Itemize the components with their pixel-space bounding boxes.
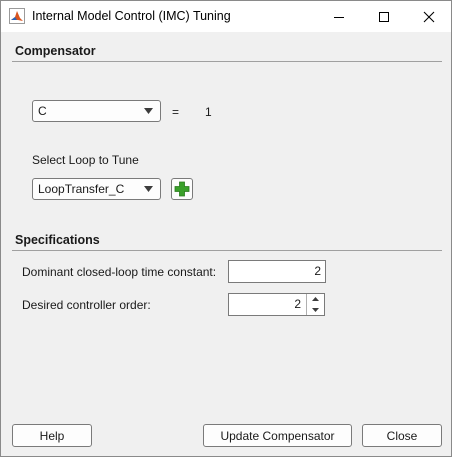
decrement-button[interactable] bbox=[307, 305, 324, 315]
controller-order-value: 2 bbox=[294, 297, 301, 311]
loop-dropdown-value: LoopTransfer_C bbox=[38, 182, 125, 196]
maximize-button[interactable] bbox=[361, 1, 406, 32]
specifications-header: Specifications bbox=[15, 233, 100, 247]
update-compensator-button[interactable]: Update Compensator bbox=[203, 424, 352, 447]
compensator-value: 1 bbox=[205, 105, 212, 119]
controller-order-label: Desired controller order: bbox=[22, 298, 151, 312]
imc-tuning-dialog: Internal Model Control (IMC) Tuning Comp… bbox=[0, 0, 452, 457]
matlab-icon bbox=[9, 8, 25, 24]
loop-dropdown[interactable]: LoopTransfer_C bbox=[32, 178, 161, 200]
plus-icon bbox=[174, 181, 190, 197]
increment-button[interactable] bbox=[307, 294, 324, 304]
compensator-header: Compensator bbox=[15, 44, 96, 58]
minimize-button[interactable] bbox=[316, 1, 361, 32]
help-button[interactable]: Help bbox=[12, 424, 92, 447]
chevron-down-icon bbox=[312, 308, 319, 312]
close-window-button[interactable] bbox=[406, 1, 451, 32]
add-loop-button[interactable] bbox=[171, 178, 193, 200]
close-button[interactable]: Close bbox=[362, 424, 442, 447]
compensator-dropdown[interactable]: C bbox=[32, 100, 161, 122]
equals-sign: = bbox=[172, 105, 180, 119]
select-loop-label: Select Loop to Tune bbox=[32, 153, 139, 167]
window-title: Internal Model Control (IMC) Tuning bbox=[32, 9, 231, 23]
time-constant-field[interactable]: 2 bbox=[228, 260, 326, 283]
specifications-divider bbox=[12, 250, 442, 251]
minimize-icon bbox=[333, 16, 344, 18]
time-constant-label: Dominant closed-loop time constant: bbox=[22, 265, 217, 279]
chevron-up-icon bbox=[312, 297, 319, 301]
title-bar: Internal Model Control (IMC) Tuning bbox=[1, 1, 451, 32]
compensator-divider bbox=[12, 61, 442, 62]
controller-order-stepper[interactable] bbox=[306, 294, 324, 315]
close-icon bbox=[423, 11, 434, 22]
compensator-dropdown-value: C bbox=[38, 104, 47, 118]
chevron-down-icon bbox=[144, 108, 153, 114]
chevron-down-icon bbox=[144, 186, 153, 192]
maximize-icon bbox=[378, 11, 389, 22]
